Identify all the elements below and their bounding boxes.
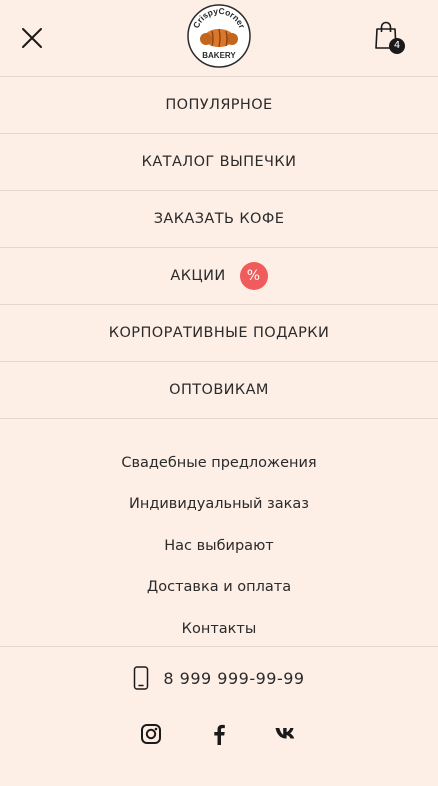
secondary-item-label: Нас выбирают bbox=[164, 537, 274, 554]
header: CrispyCorner BAKERY 4 bbox=[0, 0, 438, 77]
phone-number: 8 999 999-99-99 bbox=[163, 668, 305, 688]
sale-badge: % bbox=[239, 262, 268, 290]
close-icon bbox=[22, 28, 42, 48]
secondary-item-why-us[interactable]: Нас выбирают bbox=[0, 525, 438, 567]
menu-item-promotions[interactable]: АКЦИИ % bbox=[0, 248, 438, 305]
logo[interactable]: CrispyCorner BAKERY bbox=[186, 3, 252, 69]
menu-item-label: КОРПОРАТИВНЫЕ ПОДАРКИ bbox=[108, 325, 330, 341]
close-menu-button[interactable] bbox=[20, 26, 44, 50]
menu-item-label: АКЦИИ bbox=[170, 268, 226, 284]
menu-item-catalog[interactable]: КАТАЛОГ ВЫПЕЧКИ bbox=[0, 134, 438, 191]
phone-icon bbox=[134, 666, 149, 690]
secondary-item-label: Доставка и оплата bbox=[146, 579, 292, 596]
social-links bbox=[0, 709, 438, 759]
secondary-item-delivery[interactable]: Доставка и оплата bbox=[0, 567, 438, 609]
logo-bottom-text: BAKERY bbox=[202, 51, 236, 60]
secondary-item-label: Индивидуальный заказ bbox=[129, 496, 309, 513]
cart-button[interactable]: 4 bbox=[373, 20, 407, 56]
menu-item-label: ПОПУЛЯРНОЕ bbox=[165, 97, 273, 113]
vk-icon[interactable] bbox=[275, 722, 299, 746]
menu-item-popular[interactable]: ПОПУЛЯРНОЕ bbox=[0, 77, 438, 134]
menu-item-label: ОПТОВИКАМ bbox=[169, 382, 269, 398]
menu-item-label: КАТАЛОГ ВЫПЕЧКИ bbox=[141, 154, 297, 170]
secondary-item-custom-order[interactable]: Индивидуальный заказ bbox=[0, 484, 438, 526]
phone-link[interactable]: 8 999 999-99-99 bbox=[0, 647, 438, 709]
secondary-item-wedding[interactable]: Свадебные предложения bbox=[0, 442, 438, 484]
cart-count-badge: 4 bbox=[389, 38, 405, 54]
menu-item-corporate-gifts[interactable]: КОРПОРАТИВНЫЕ ПОДАРКИ bbox=[0, 305, 438, 362]
secondary-item-label: Свадебные предложения bbox=[121, 454, 317, 471]
main-menu: ПОПУЛЯРНОЕ КАТАЛОГ ВЫПЕЧКИ ЗАКАЗАТЬ КОФЕ… bbox=[0, 77, 438, 419]
secondary-item-label: Контакты bbox=[181, 620, 257, 637]
secondary-item-contacts[interactable]: Контакты bbox=[0, 608, 438, 650]
secondary-menu: Свадебные предложения Индивидуальный зак… bbox=[0, 419, 438, 647]
menu-item-wholesale[interactable]: ОПТОВИКАМ bbox=[0, 362, 438, 419]
facebook-icon[interactable] bbox=[207, 722, 231, 746]
menu-item-order-coffee[interactable]: ЗАКАЗАТЬ КОФЕ bbox=[0, 191, 438, 248]
menu-item-label: ЗАКАЗАТЬ КОФЕ bbox=[153, 211, 285, 227]
instagram-icon[interactable] bbox=[139, 722, 163, 746]
